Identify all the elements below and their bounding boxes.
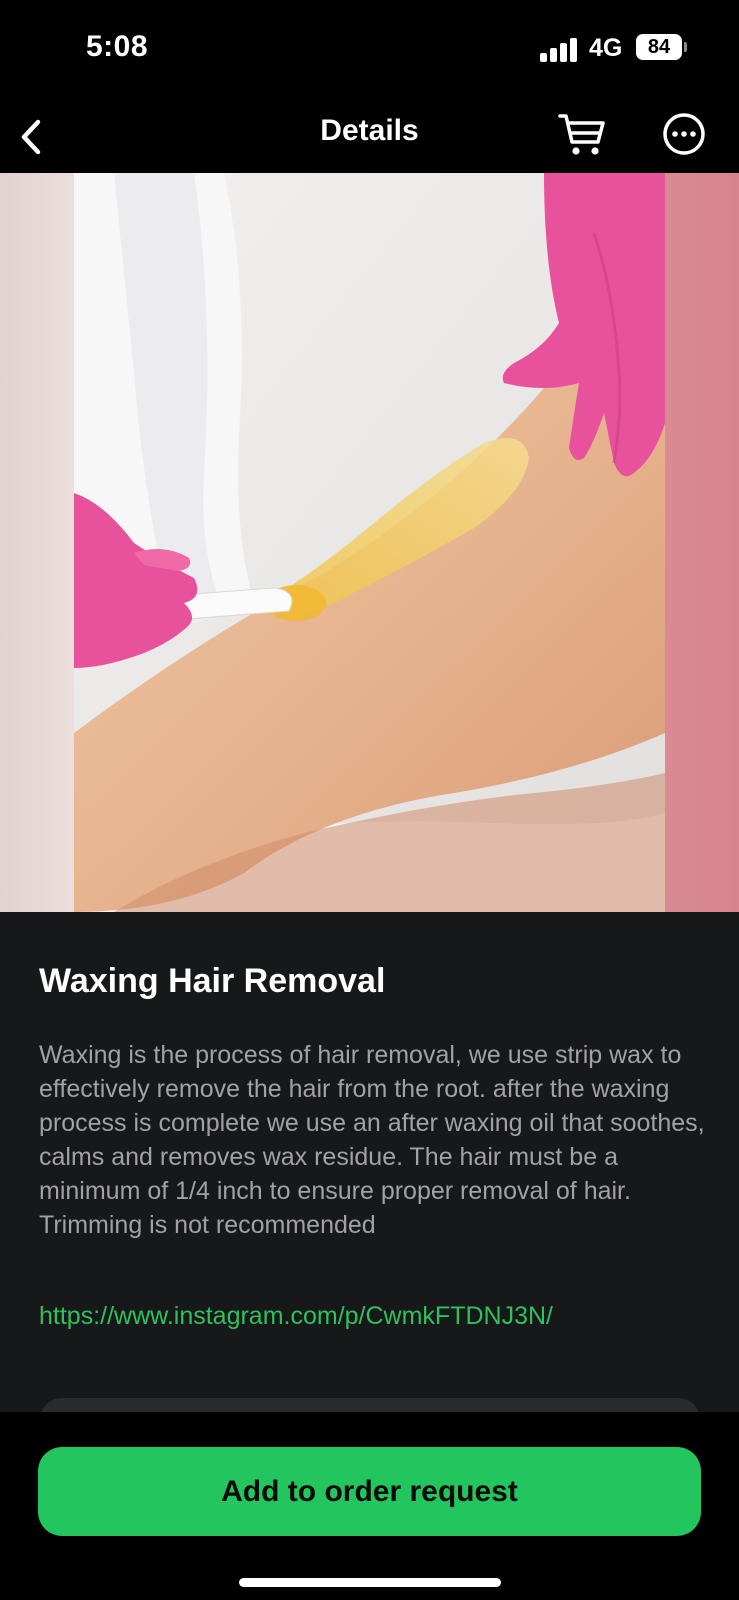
battery-tip <box>684 42 687 52</box>
status-bar: 5:08 4G 84 <box>0 0 739 100</box>
more-icon[interactable] <box>660 110 708 158</box>
waxing-photo <box>73 173 665 912</box>
add-to-order-button[interactable]: Add to order request <box>38 1447 701 1536</box>
service-title: Waxing Hair Removal <box>39 962 386 1000</box>
cart-icon[interactable] <box>556 108 608 160</box>
instagram-link[interactable]: https://www.instagram.com/p/CwmkFTDNJ3N/ <box>39 1302 553 1331</box>
image-backdrop-right <box>665 173 739 912</box>
image-backdrop-left <box>0 173 74 912</box>
nav-bar: Details <box>0 100 739 173</box>
signal-icon <box>540 38 578 62</box>
service-image <box>0 173 739 912</box>
network-type: 4G <box>589 34 623 62</box>
home-indicator <box>239 1578 501 1587</box>
battery-icon: 84 <box>636 34 682 60</box>
service-details: Waxing Hair Removal Waxing is the proces… <box>0 912 739 1438</box>
status-time: 5:08 <box>86 30 149 63</box>
bottom-bar: Add to order request <box>0 1412 739 1600</box>
service-description: Waxing is the process of hair removal, w… <box>39 1041 705 1239</box>
page-title: Details <box>320 114 419 147</box>
